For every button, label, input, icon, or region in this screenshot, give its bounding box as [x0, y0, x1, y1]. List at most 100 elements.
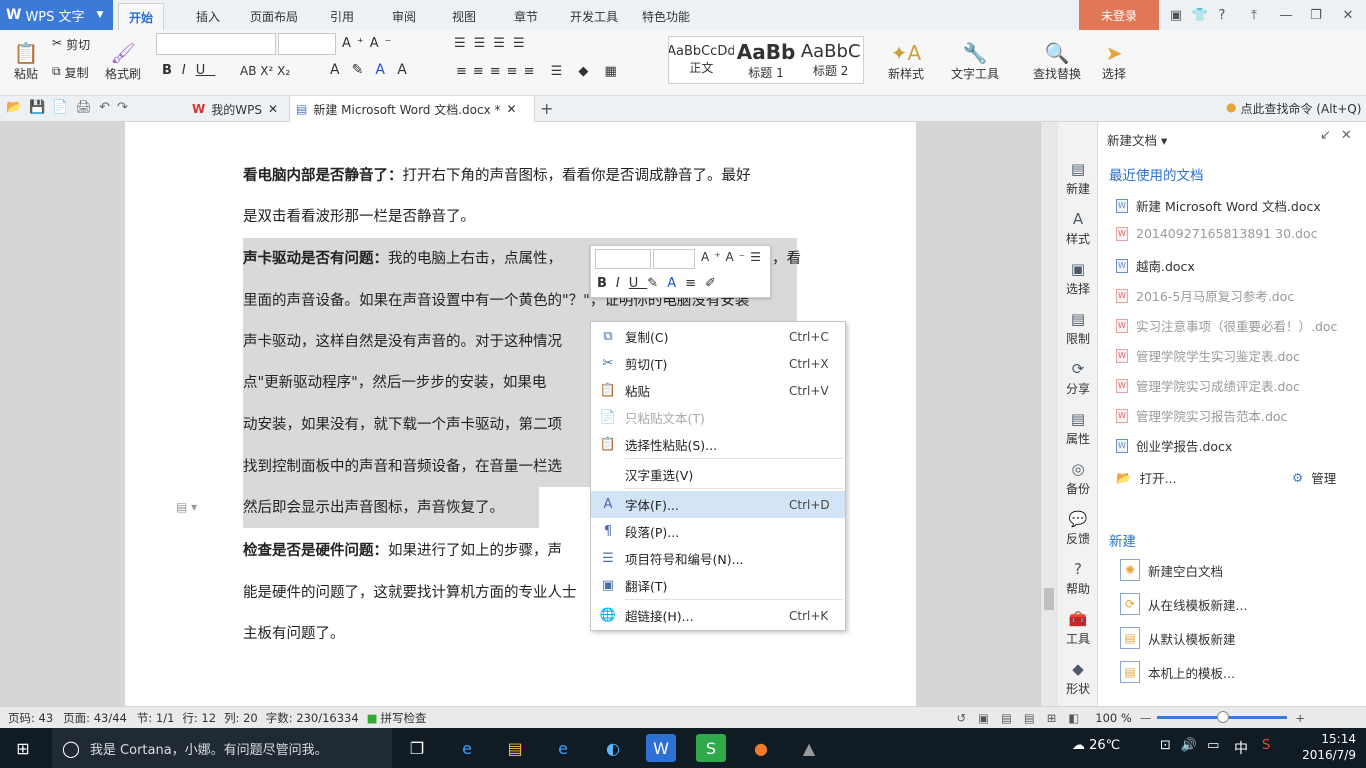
context-menu-item[interactable]: ▣ 翻译(T) [591, 572, 845, 599]
select-button[interactable]: ➤ 选择 [1094, 34, 1134, 82]
zoom-slider[interactable] [1157, 711, 1288, 723]
edge-icon[interactable]: e [452, 734, 482, 762]
tab-5[interactable]: 视图 [442, 3, 486, 30]
sidebar-item[interactable]: ⟳ 分享 [1058, 360, 1098, 397]
paste-button[interactable]: 📋 粘贴 [8, 34, 44, 82]
minimize-icon[interactable]: — [1272, 0, 1300, 30]
font-size-controls[interactable]: A⁺A⁻ [342, 36, 398, 51]
context-menu-item[interactable]: 📋 粘贴 Ctrl+V [591, 377, 845, 404]
scroll-thumb[interactable] [1044, 588, 1054, 610]
cut-button[interactable]: ✂ 剪切 [52, 36, 90, 53]
sidebar-item[interactable]: ▤ 属性 [1058, 410, 1098, 447]
recent-file[interactable]: W 越南.docx [1116, 256, 1195, 275]
app-icon[interactable]: ▲ [794, 734, 824, 762]
sidebar-item[interactable]: ▤ 新建 [1058, 160, 1098, 197]
context-menu-item[interactable]: 📋 选择性粘贴(S)... [591, 431, 845, 458]
context-menu-item[interactable]: ✂ 剪切(T) Ctrl+X [591, 350, 845, 377]
app-icon[interactable]: ● [746, 734, 776, 762]
font-name-select[interactable] [156, 33, 276, 55]
recent-file[interactable]: W 2016-5月马原复习参考.doc [1116, 286, 1294, 305]
task-view-icon[interactable]: ❐ [402, 734, 432, 762]
new-document-option[interactable]: ▤ 本机上的模板... [1120, 661, 1235, 683]
tab-0[interactable]: 开始 [118, 3, 165, 30]
sidebar-item[interactable]: ▣ 选择 [1058, 260, 1098, 297]
close-icon[interactable]: ✕ [268, 102, 278, 116]
recent-file[interactable]: W 20140927165813891 30.doc [1116, 226, 1318, 241]
tab-7[interactable]: 开发工具 [560, 3, 628, 30]
copy-button[interactable]: ⧉ 复制 [52, 64, 89, 81]
list-buttons[interactable]: ☰☰☰☰ [454, 36, 533, 51]
status-words[interactable]: 字数: 230/16334 [266, 710, 359, 726]
context-menu-item[interactable]: 汉字重选(V) [591, 461, 845, 488]
login-button[interactable]: 未登录 [1079, 0, 1159, 30]
help-icon[interactable]: ? [1208, 0, 1236, 30]
ime-indicator[interactable]: 中 [1234, 738, 1248, 758]
app-menu-button[interactable]: W WPS 文字 ▼ [0, 0, 113, 30]
new-document-option[interactable]: ✺ 新建空白文档 [1120, 559, 1223, 581]
maximize-icon[interactable]: ❐ [1302, 0, 1330, 30]
mini-size-select[interactable] [653, 249, 695, 269]
open-button[interactable]: 📂 打开... [1116, 468, 1177, 487]
vertical-scrollbar[interactable] [1040, 122, 1058, 706]
context-menu-item[interactable]: ☰ 项目符号和编号(N)... [591, 545, 845, 572]
context-menu-item[interactable]: ⧉ 复制(C) Ctrl+C [591, 323, 845, 350]
tab-1[interactable]: 插入 [186, 3, 230, 30]
tab-8[interactable]: 特色功能 [632, 3, 700, 30]
explorer-icon[interactable]: ▤ [500, 734, 530, 762]
zoom-level[interactable]: 100 % [1095, 711, 1132, 725]
paragraph-handle-icon[interactable]: ▤ ▾ [176, 500, 197, 514]
zoom-out-icon[interactable]: — [1140, 711, 1152, 725]
find-replace-button[interactable]: 🔍 查找替换 [1026, 34, 1088, 82]
mini-format-buttons[interactable]: BIU✎A≡✐ [597, 276, 725, 291]
style-gallery[interactable]: AaBbCcDd 正文 AaBb 标题 1 AaBbC 标题 2 [668, 36, 864, 84]
sidebar-item[interactable]: 💬 反馈 [1058, 510, 1098, 547]
clock[interactable]: 15:14 2016/7/9 [1292, 731, 1356, 763]
sidebar-item[interactable]: ▤ 限制 [1058, 310, 1098, 347]
tray-icons[interactable]: ⊡🔊▭ [1160, 738, 1229, 753]
format-painter-button[interactable]: 🖌 格式刷 [102, 34, 144, 82]
qq-browser-icon[interactable]: ◐ [598, 734, 628, 762]
mini-size-buttons[interactable]: A⁺A⁻☰ [701, 250, 766, 264]
align-buttons[interactable]: ≡≡≡≡≡ ☰ ◆ ▦ [456, 64, 623, 79]
context-menu-item[interactable]: 🌐 超链接(H)... Ctrl+K [591, 602, 845, 629]
tab-3[interactable]: 引用 [320, 3, 364, 30]
sidebar-item[interactable]: A 样式 [1058, 210, 1098, 247]
close-icon[interactable]: ✕ [1334, 0, 1362, 30]
context-menu-item[interactable]: ¶ 段落(P)... [591, 518, 845, 545]
ie-icon[interactable]: e [548, 734, 578, 762]
status-page[interactable]: 页面: 43/44 [63, 710, 127, 726]
recent-file[interactable]: W 实习注意事项（很重要必看！）.doc [1116, 316, 1337, 335]
color-buttons[interactable]: A✎AA [330, 62, 419, 78]
sidebar-item[interactable]: ◎ 备份 [1058, 460, 1098, 497]
style-heading-1[interactable]: AaBb 标题 1 [734, 37, 799, 83]
doc-tab-active[interactable]: ▤ 新建 Microsoft Word 文档.docx * ✕ [289, 96, 535, 122]
recent-file[interactable]: W 管理学院实习报告范本.doc [1116, 406, 1287, 425]
wps-sheet-icon[interactable]: S [696, 734, 726, 762]
context-menu-item[interactable]: A 字体(F)... Ctrl+D [591, 491, 845, 518]
spell-check-button[interactable]: 拼写检查 [381, 710, 427, 726]
doc-tab-mywps[interactable]: W 我的WPS ✕ [186, 96, 286, 122]
new-tab-icon[interactable]: + [540, 99, 553, 118]
tab-6[interactable]: 章节 [504, 3, 548, 30]
tab-4[interactable]: 审阅 [382, 3, 426, 30]
new-document-option[interactable]: ⟳ 从在线模板新建... [1120, 593, 1247, 615]
style-heading-2[interactable]: AaBbC 标题 2 [798, 37, 863, 83]
wps-tray-icon[interactable]: S [1262, 738, 1270, 753]
mini-font-select[interactable] [595, 249, 651, 269]
command-search[interactable]: ● 点此查找命令 (Alt+Q) [1226, 100, 1361, 117]
new-document-option[interactable]: ▤ 从默认模板新建 [1120, 627, 1236, 649]
sidebar-item[interactable]: 🧰 工具 [1058, 610, 1098, 647]
close-icon[interactable]: ✕ [507, 102, 517, 116]
weather[interactable]: ☁ 26℃ [1072, 738, 1120, 753]
zoom-slider-thumb[interactable] [1217, 711, 1230, 723]
font-size-select[interactable] [278, 33, 336, 55]
new-style-button[interactable]: ✦A 新样式 [880, 34, 932, 82]
recent-file[interactable]: W 管理学院实习成绩评定表.doc [1116, 376, 1300, 395]
restore-icon[interactable]: ⤒ [1240, 0, 1268, 30]
zoom-in-icon[interactable]: + [1295, 711, 1305, 725]
style-normal[interactable]: AaBbCcDd 正文 [669, 37, 734, 83]
cortana-search[interactable]: ◯ 我是 Cortana，小娜。有问题尽管问我。 [52, 728, 392, 768]
sidebar-item[interactable]: ? 帮助 [1058, 560, 1098, 597]
recent-file[interactable]: W 创业学报告.docx [1116, 436, 1232, 455]
sidebar-item[interactable]: ◆ 形状 [1058, 660, 1098, 697]
